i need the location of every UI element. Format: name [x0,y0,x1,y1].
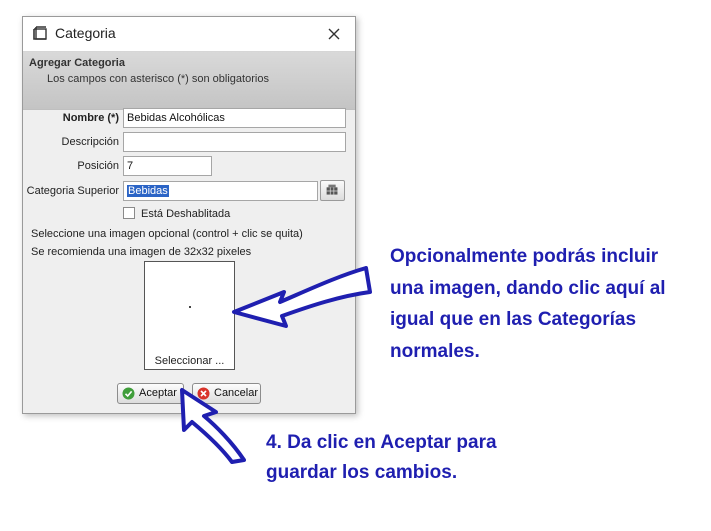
arrow-to-image-icon [232,266,372,328]
image-annotation-line: una imagen, dando clic aquí al [390,277,666,299]
deshabilitada-label: Está Deshablitada [141,208,231,220]
categoria-superior-input[interactable]: Bebidas [123,181,318,201]
image-placeholder-dot [189,306,191,308]
selected-text: Bebidas [127,185,169,197]
nombre-label: Nombre (*) [62,112,119,124]
close-icon[interactable] [321,21,347,47]
image-select-label: Seleccionar ... [154,355,225,367]
image-annotation-line: igual que en las Categorías [390,309,637,330]
categoria-lookup-button[interactable] [320,180,345,201]
posicion-label: Posición [77,160,119,172]
header-band: Agregar Categoria Los campos con asteris… [23,52,355,110]
title-bar[interactable]: Categoria [23,17,355,52]
nombre-input[interactable]: Bebidas Alcohólicas [123,108,346,128]
descripcion-label: Descripción [61,136,119,148]
accept-annotation-line: 4. Da clic en Aceptar para [266,432,497,453]
image-select-button[interactable]: Seleccionar ... [144,261,235,370]
header-subtitle: Los campos con asterisco (*) son obligat… [47,73,269,85]
green-check-icon [122,387,135,400]
image-hint-1: Seleccione una imagen opcional (control … [31,228,303,240]
image-hint-2: Se recomienda una imagen de 32x32 pixele… [31,246,252,258]
category-dialog: Categoria Agregar Categoria Los campos c… [22,16,356,414]
app-window-icon [33,26,47,40]
image-annotation: Opcionalmente podrás incluir una imagen,… [390,241,666,367]
window-title: Categoria [55,25,116,41]
deshabilitada-checkbox[interactable] [123,207,135,219]
accept-annotation: 4. Da clic en Aceptar para guardar los c… [266,428,497,488]
image-annotation-line: normales. [390,340,480,362]
descripcion-input[interactable] [123,132,346,152]
arrow-to-accept-icon [180,388,246,464]
categoria-superior-label: Categoria Superior [26,185,119,197]
accept-annotation-line: guardar los cambios. [266,462,458,483]
image-annotation-line: Opcionalmente podrás incluir [390,246,659,267]
posicion-input[interactable]: 7 [123,156,212,176]
grid-lookup-icon [326,184,338,195]
header-title: Agregar Categoria [29,57,125,69]
